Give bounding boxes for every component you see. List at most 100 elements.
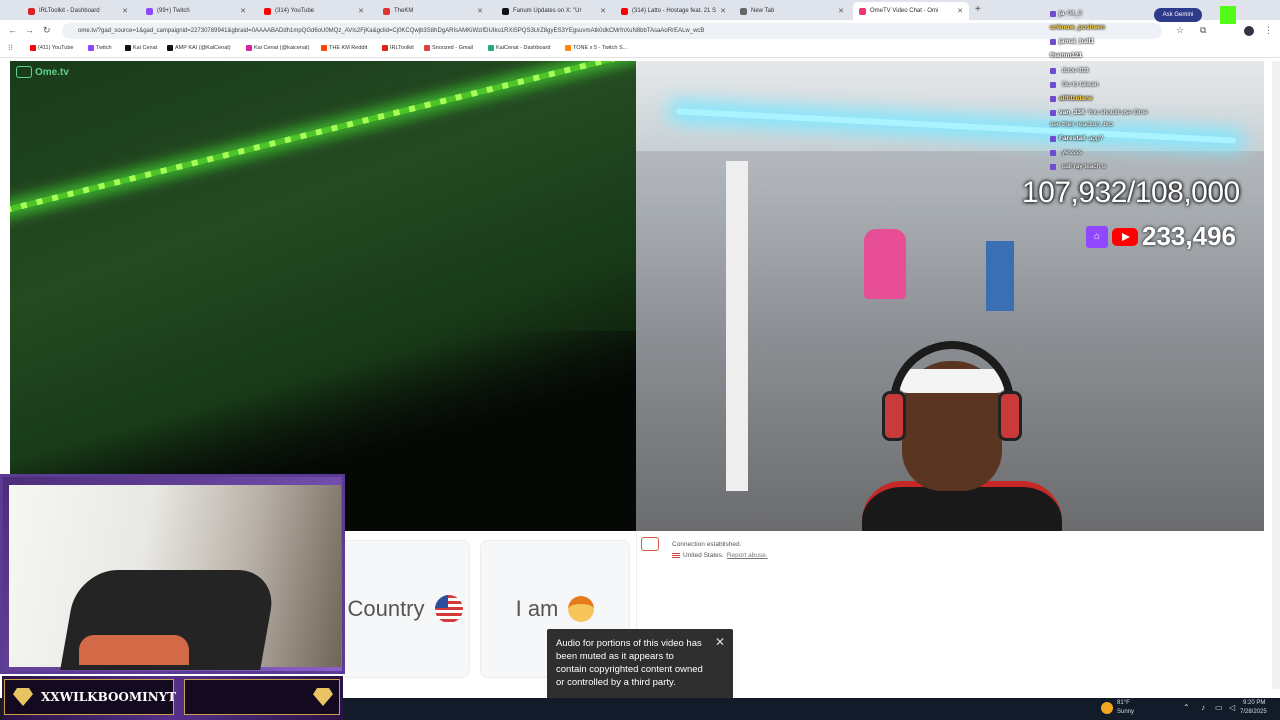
close-icon[interactable]: ✕ bbox=[838, 7, 844, 15]
network-icon[interactable]: ▭ bbox=[1215, 703, 1223, 712]
favicon-icon bbox=[621, 7, 628, 15]
tab-label: (99+) Twitch bbox=[157, 8, 190, 14]
ome-logo-icon bbox=[16, 66, 32, 78]
close-icon[interactable]: ✕ bbox=[477, 7, 483, 15]
bookmark-label: Kai Cenat bbox=[133, 45, 158, 51]
twitch-icon: ⌂ bbox=[1086, 225, 1108, 248]
report-abuse-link[interactable]: Report abuse. bbox=[727, 552, 768, 559]
chat-user: ja bbox=[1059, 10, 1065, 17]
bookmark-label: IRLToolkit bbox=[390, 45, 414, 51]
us-flag-icon bbox=[434, 595, 463, 623]
profile-avatar[interactable] bbox=[1244, 26, 1254, 36]
bookmark[interactable]: Twitch bbox=[88, 45, 112, 51]
chat-line: dooo ittttt bbox=[1050, 67, 1089, 74]
weather-text: Sunny bbox=[1117, 709, 1135, 715]
chat-line: see their reaction, bro bbox=[1050, 121, 1113, 128]
browser-tab[interactable]: (99+) Twitch ✕ bbox=[140, 2, 252, 20]
badge-icon bbox=[1050, 163, 1056, 170]
bookmark-label: Kai Cenat (@kaicenat) bbox=[254, 45, 310, 51]
nameplate-right bbox=[184, 679, 340, 715]
pillar bbox=[726, 161, 748, 491]
tab-label: TheKM bbox=[394, 8, 414, 14]
sub-goal-counter: 107,932/108,000 bbox=[1022, 176, 1240, 209]
viewer-count: ⌂ 233,496 bbox=[1086, 221, 1236, 252]
close-icon[interactable]: ✕ bbox=[358, 7, 364, 15]
bookmark[interactable]: IRLToolkit bbox=[382, 45, 414, 51]
browser-tab[interactable]: Fanum Updates on X: "Ur ✕ bbox=[496, 2, 612, 20]
new-tab-icon[interactable]: + bbox=[975, 4, 981, 15]
favicon-icon bbox=[28, 7, 35, 15]
close-icon[interactable]: ✕ bbox=[240, 7, 246, 15]
browser-tab[interactable]: (314) YouTube ✕ bbox=[258, 2, 370, 20]
led-strip bbox=[10, 61, 636, 217]
bookmark[interactable]: THE KM Reddit bbox=[321, 45, 367, 51]
bookmark[interactable]: Snoozed - Gmail bbox=[424, 45, 473, 51]
country-label: Country bbox=[347, 596, 425, 621]
connection-message: Connection established. United States. Re… bbox=[668, 538, 788, 564]
pink-chair bbox=[864, 229, 906, 299]
tab-label: OmeTV Video Chat - Omi bbox=[870, 8, 939, 14]
forward-icon[interactable]: → bbox=[25, 25, 34, 35]
reload-icon[interactable]: ↻ bbox=[43, 25, 51, 36]
bookmark-label: (411) YouTube bbox=[38, 45, 74, 51]
chat-text: app? bbox=[1088, 135, 1104, 142]
browser-tab[interactable]: New Tab ✕ bbox=[734, 2, 850, 20]
close-icon[interactable]: ✕ bbox=[720, 7, 726, 15]
chat-text: You should use Ome bbox=[1087, 109, 1148, 116]
diamond-icon bbox=[313, 688, 333, 706]
nameplate-text: XXWILKBOOMINYT bbox=[41, 690, 177, 704]
apps-grid-icon[interactable]: ⁝⁝ bbox=[8, 43, 13, 52]
close-icon[interactable]: ✕ bbox=[715, 636, 725, 649]
close-icon[interactable]: ✕ bbox=[122, 7, 128, 15]
bookmark-label: THE KM Reddit bbox=[329, 45, 368, 51]
bookmark[interactable]: (411) YouTube bbox=[30, 45, 73, 51]
country-filter-button[interactable]: Country bbox=[340, 540, 470, 678]
mic-icon[interactable]: ♪ bbox=[1201, 703, 1205, 712]
browser-tab[interactable]: IRLToolkit - Dashboard ✕ bbox=[22, 2, 134, 20]
bookmark[interactable]: Kai Cenat bbox=[125, 45, 157, 51]
youtube-icon bbox=[1112, 227, 1138, 246]
back-icon[interactable]: ← bbox=[8, 25, 17, 35]
url-input[interactable]: ome.tv/?gad_source=1&gad_campaignid=2273… bbox=[62, 23, 1162, 39]
bookmark[interactable]: Kai Cenat (@kaicenat) bbox=[246, 45, 309, 51]
ome-logo-icon bbox=[641, 537, 659, 551]
favicon-icon bbox=[383, 7, 390, 15]
tab-label: IRLToolkit - Dashboard bbox=[39, 8, 100, 14]
browser-tab[interactable]: TheKM ✕ bbox=[377, 2, 489, 20]
bookmark-label: Twitch bbox=[96, 45, 112, 51]
logo-text: Ome.tv bbox=[35, 66, 69, 78]
bookmark-label: AMP KAI (@KaiCenat) bbox=[175, 45, 231, 51]
scrollbar[interactable] bbox=[1272, 61, 1280, 689]
menu-icon[interactable]: ⋮ bbox=[1264, 25, 1273, 36]
irltoolkit-icon bbox=[382, 45, 388, 51]
favicon-icon bbox=[859, 7, 866, 15]
toast-message: Audio for portions of this video has bee… bbox=[556, 638, 703, 688]
chevron-up-icon[interactable]: ⌃ bbox=[1183, 703, 1190, 712]
bookmark[interactable]: AMP KAI (@KaiCenat) bbox=[167, 45, 231, 51]
location-text: United States. bbox=[683, 552, 724, 559]
chat-line: unknow_pusheen bbox=[1050, 24, 1108, 31]
badge-icon bbox=[1050, 109, 1056, 116]
bookmark[interactable]: TONE x 5 - Twitch S... bbox=[565, 45, 627, 51]
favicon-icon bbox=[502, 7, 509, 15]
badge-icon bbox=[1050, 81, 1056, 88]
chat-user: thamm121 bbox=[1050, 52, 1083, 59]
stream-chat-overlay: ja 04_9 unknow_pusheen jamal_ball1 thamm1… bbox=[1046, 6, 1236, 176]
close-icon[interactable]: ✕ bbox=[600, 7, 606, 15]
person-emoji-icon bbox=[568, 596, 595, 622]
chat-line: allfdzidane bbox=[1050, 95, 1096, 102]
chat-line: Go to taiwan bbox=[1050, 81, 1099, 88]
clock-time[interactable]: 9:20 PM bbox=[1243, 700, 1265, 706]
chat-text: 04_9 bbox=[1067, 10, 1082, 17]
browser-tab-active[interactable]: OmeTV Video Chat - Omi ✕ bbox=[853, 2, 969, 20]
clock-date[interactable]: 7/28/2025 bbox=[1240, 709, 1267, 715]
weather-temp: 81°F bbox=[1117, 700, 1130, 706]
volume-icon[interactable]: ◁ bbox=[1229, 703, 1235, 712]
browser-tab[interactable]: (314) Latto - Hostage feat. 21 S ✕ bbox=[615, 2, 731, 20]
chat-user: jamal_ball1 bbox=[1059, 38, 1095, 45]
chat-line: van_338 You should use Ome bbox=[1050, 109, 1148, 116]
close-icon[interactable]: ✕ bbox=[957, 7, 963, 15]
chat-text: call ray teach u bbox=[1062, 163, 1106, 170]
bookmark[interactable]: KaiCenat - Dashboard bbox=[488, 45, 550, 51]
ask-gemini-button[interactable]: Ask Gemini bbox=[1154, 8, 1202, 22]
